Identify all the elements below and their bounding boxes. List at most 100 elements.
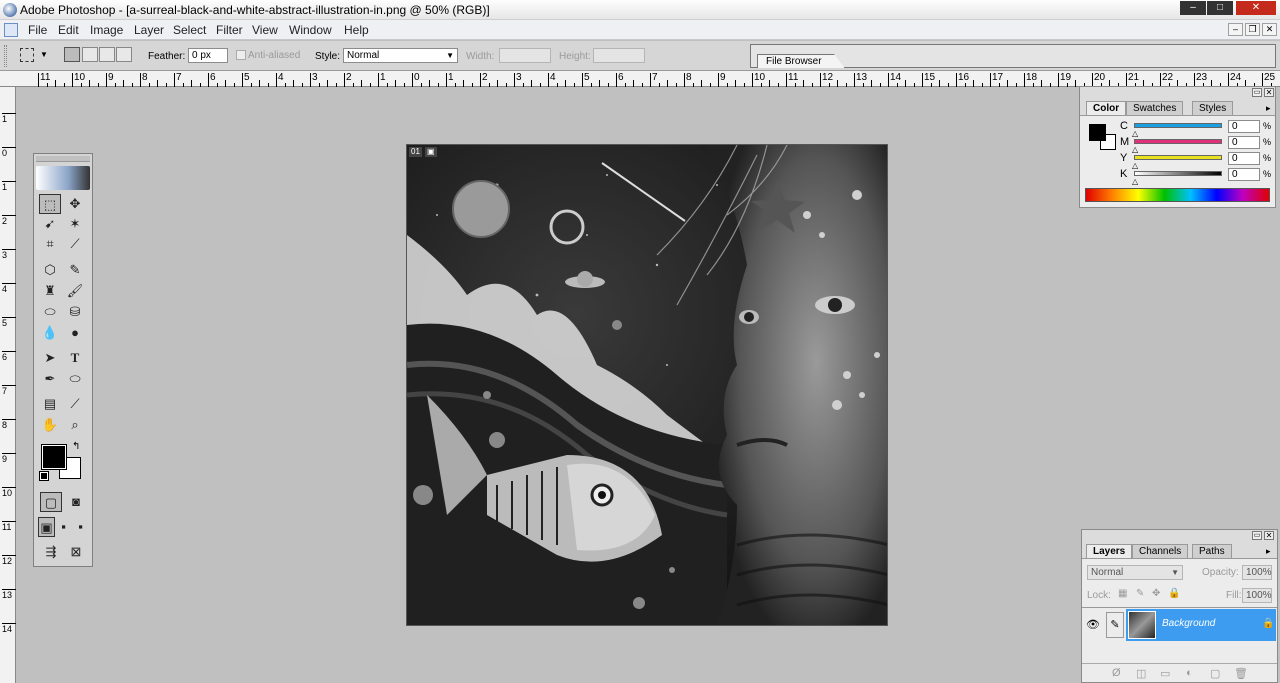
pen-tool-icon[interactable]: ✒ [39,369,61,389]
layer-row-background[interactable]: 👁 ✎ Background 🔒 [1082,609,1277,641]
notes-tool-icon[interactable]: ▤ [39,394,61,414]
channel-k-value[interactable]: 0 [1228,168,1260,181]
adobe-online-icon[interactable] [36,166,90,190]
lock-transparency-icon[interactable]: ▦ [1118,588,1127,599]
tab-color[interactable]: Color [1086,101,1127,115]
new-selection-icon[interactable] [64,47,80,62]
eye-visibility-icon[interactable]: 👁 [1086,618,1100,631]
subtract-selection-icon[interactable] [99,47,115,62]
menu-select[interactable]: Select [173,23,206,37]
brush-tool-icon[interactable]: ✎ [64,260,86,280]
eyedropper-tool-icon[interactable]: ⟋ [64,394,86,414]
type-tool-icon[interactable]: T [64,348,86,368]
trash-icon[interactable]: 🗑 [1234,667,1248,680]
maximize-button[interactable]: □ [1207,1,1233,15]
color-ramp[interactable] [1085,188,1270,202]
antialiased-checkbox[interactable] [236,50,246,60]
adjustment-layer-icon[interactable]: ◐ [1186,667,1193,679]
paint-bucket-tool-icon[interactable]: ⛁ [64,302,86,322]
opacity-input[interactable]: 100% [1242,565,1272,580]
swap-colors-icon[interactable]: ↰ [72,441,80,452]
move-tool-icon[interactable]: ✥ [64,194,86,214]
path-selection-tool-icon[interactable]: ➤ [39,348,61,368]
history-brush-tool-icon[interactable]: 🖌 [64,281,86,301]
panel-menu-icon[interactable]: ▸ [1266,546,1271,557]
channel-m-slider[interactable] [1134,139,1222,144]
quick-mask-mode-icon[interactable]: ◙ [65,492,87,512]
menu-help[interactable]: Help [344,23,369,37]
doc-close-button[interactable]: ✕ [1262,23,1277,36]
lock-all-icon[interactable]: 🔒 [1168,588,1180,599]
panel-close-button[interactable]: ✕ [1264,531,1274,540]
new-group-icon[interactable]: ▭ [1160,667,1170,680]
file-browser-tab[interactable]: File Browser [757,54,845,68]
lasso-tool-icon[interactable]: ➹ [39,214,61,234]
clone-stamp-tool-icon[interactable]: ♜ [39,281,61,301]
grip-handle[interactable] [4,45,7,67]
layer-name[interactable]: Background [1162,618,1215,629]
tab-paths[interactable]: Paths [1192,544,1232,558]
doc-restore-button[interactable]: ❐ [1245,23,1260,36]
close-button[interactable]: ✕ [1236,1,1276,15]
doc-minimize-button[interactable]: – [1228,23,1243,36]
panel-close-button[interactable]: ✕ [1264,88,1274,97]
minimize-button[interactable]: – [1180,1,1206,15]
intersect-selection-icon[interactable] [116,47,132,62]
magic-wand-tool-icon[interactable]: ✶ [64,214,86,234]
imageready-icon[interactable]: ⊠ [65,542,87,562]
fill-input[interactable]: 100% [1242,588,1272,603]
menu-image[interactable]: Image [90,23,123,37]
color-panel-foreground-swatch[interactable] [1089,124,1106,141]
panel-minimize-button[interactable]: ▭ [1252,88,1262,97]
healing-brush-tool-icon[interactable]: ⬡ [39,260,61,280]
zoom-tool-icon[interactable]: ⌕ [64,415,86,435]
width-input[interactable] [499,48,551,63]
channel-k-slider[interactable] [1134,171,1222,176]
channel-c-value[interactable]: 0 [1228,120,1260,133]
menu-filter[interactable]: Filter [216,23,243,37]
eraser-tool-icon[interactable]: ⬭ [39,302,61,322]
height-input[interactable] [593,48,645,63]
tab-layers[interactable]: Layers [1086,544,1133,558]
full-screen-menu-mode-icon[interactable]: ▪ [55,517,72,537]
marquee-preset-icon[interactable] [20,48,34,62]
brush-link-icon[interactable]: ✎ [1106,612,1124,638]
panel-menu-icon[interactable]: ▸ [1266,103,1271,114]
default-colors-icon[interactable] [39,471,49,481]
menu-window[interactable]: Window [289,23,332,37]
standard-screen-mode-icon[interactable]: ▣ [38,517,55,537]
menu-edit[interactable]: Edit [58,23,79,37]
marquee-tool-icon[interactable]: ⬚ [39,194,61,214]
menu-file[interactable]: File [28,23,47,37]
tab-styles[interactable]: Styles [1192,101,1234,115]
dodge-tool-icon[interactable]: ● [64,323,86,343]
lock-position-icon[interactable]: ✥ [1152,588,1160,599]
add-layer-style-icon[interactable]: Ø [1112,667,1121,679]
channel-m-value[interactable]: 0 [1228,136,1260,149]
slider-triangle-icon[interactable]: △ [1132,145,1138,154]
slider-triangle-icon[interactable]: △ [1132,177,1138,186]
menu-view[interactable]: View [252,23,278,37]
hand-tool-icon[interactable]: ✋ [39,415,61,435]
slider-triangle-icon[interactable]: △ [1132,129,1138,138]
channel-y-value[interactable]: 0 [1228,152,1260,165]
document-icon[interactable] [4,23,18,37]
jump-to-imageready-icon[interactable]: ⇶ [40,542,62,562]
panel-minimize-button[interactable]: ▭ [1252,531,1262,540]
crop-tool-icon[interactable]: ⌗ [39,234,61,254]
feather-input[interactable]: 0 px [188,48,228,63]
add-selection-icon[interactable] [82,47,98,62]
lock-image-icon[interactable]: ✎ [1136,588,1144,599]
style-select[interactable]: Normal ▼ [343,48,458,63]
document-canvas[interactable]: 01 ▣ [406,144,888,626]
slider-triangle-icon[interactable]: △ [1132,161,1138,170]
preset-dropdown-icon[interactable]: ▼ [40,50,48,59]
channel-y-slider[interactable] [1134,155,1222,160]
full-screen-mode-icon[interactable]: ▪ [72,517,89,537]
add-mask-icon[interactable]: ◫ [1136,667,1146,680]
menu-layer[interactable]: Layer [134,23,164,37]
toolbox-grip[interactable] [36,156,90,162]
new-layer-icon[interactable]: ▢ [1210,667,1220,680]
tab-channels[interactable]: Channels [1132,544,1189,558]
blur-tool-icon[interactable]: 💧 [39,323,61,343]
